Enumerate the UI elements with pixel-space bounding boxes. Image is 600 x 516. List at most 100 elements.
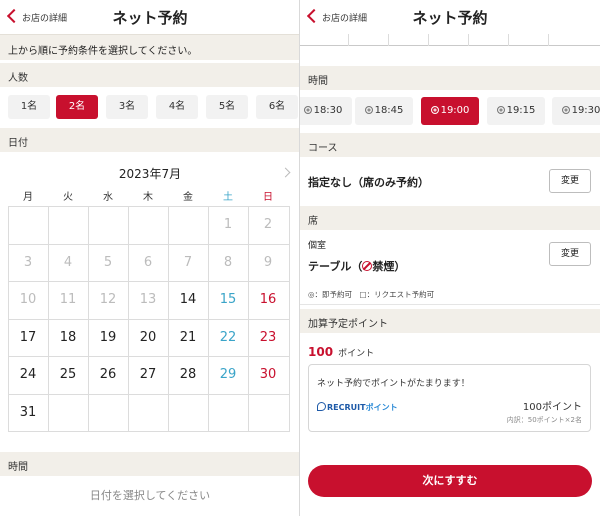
calendar-grid-line xyxy=(8,431,290,432)
time-option-label: 19:30 xyxy=(571,105,600,116)
seat-heading: 席 xyxy=(308,216,318,227)
calendar-grid-line xyxy=(168,206,169,431)
calendar-day[interactable]: 31 xyxy=(8,405,48,420)
calendar-day[interactable]: 14 xyxy=(168,292,208,307)
calendar-grid-line xyxy=(388,34,389,46)
calendar-day: 1 xyxy=(223,217,233,232)
calendar-month-label: 2023年7月 xyxy=(118,167,182,181)
calendar-day[interactable]: 24 xyxy=(8,367,48,382)
time-option-label: 19:00 xyxy=(440,105,470,116)
weekday-label: 月 xyxy=(23,192,33,203)
calendar-day[interactable]: 28 xyxy=(168,367,208,382)
calendar-bottom-edge xyxy=(300,34,600,46)
party-option-3[interactable]: 3名 xyxy=(106,95,148,119)
calendar-day[interactable]: 23 xyxy=(248,330,288,345)
party-option-1[interactable]: 1名 xyxy=(8,95,50,119)
calendar-day: 3 xyxy=(23,255,33,270)
party-heading: 人数 xyxy=(8,73,28,84)
calendar-day[interactable]: 16 xyxy=(248,292,288,307)
party-option-5[interactable]: 5名 xyxy=(206,95,248,119)
calendar-day: 4 xyxy=(63,255,73,270)
left-screen: お店の詳細 ネット予約 上から順に予約条件を選択してください。 人数 1名 2名… xyxy=(0,0,300,516)
party-option-6[interactable]: 6名 xyxy=(256,95,298,119)
points-unit: ポイント xyxy=(338,349,375,359)
calendar-day[interactable]: 15 xyxy=(208,292,248,307)
weekday-label: 水 xyxy=(103,192,113,203)
time-option-label: 18:30 xyxy=(313,105,343,116)
calendar-grid-line xyxy=(208,206,209,431)
calendar-grid-line xyxy=(468,34,469,46)
party-section-header: 人数 xyxy=(0,63,300,87)
calendar-day[interactable]: 29 xyxy=(208,367,248,382)
time-section-header: 時間 xyxy=(0,452,300,476)
points-card: ネット予約でポイントがたまります！ RECRUITポイント 100ポイント 内訳… xyxy=(308,364,591,432)
header: お店の詳細 ネット予約 xyxy=(300,0,600,34)
recruit-brand: RECRUIT xyxy=(327,403,366,412)
availability-legend: ◎：即予約可 □：リクエスト予約可 xyxy=(308,290,435,299)
time-option-label: 19:15 xyxy=(506,105,536,116)
time-option-1845[interactable]: 18:45 xyxy=(355,97,413,125)
calendar-day: 13 xyxy=(139,292,157,307)
page-title: ネット予約 xyxy=(412,9,488,27)
party-option-4[interactable]: 4名 xyxy=(156,95,198,119)
recruit-brand-suffix: ポイント xyxy=(365,403,398,412)
weekday-label: 日 xyxy=(263,192,273,203)
date-heading: 日付 xyxy=(8,138,28,149)
calendar-day[interactable]: 17 xyxy=(8,330,48,345)
seat-value-prefix: テーブル（ xyxy=(308,260,363,273)
double-circle-icon xyxy=(303,106,312,114)
double-circle-icon xyxy=(561,106,570,114)
date-section-header: 日付 xyxy=(0,128,300,152)
no-smoking-icon xyxy=(362,261,373,271)
points-amount: 100 xyxy=(308,345,334,359)
points-heading: 加算予定ポイント xyxy=(308,319,388,330)
calendar-grid-line xyxy=(248,206,249,431)
party-option-2[interactable]: 2名 xyxy=(56,95,98,119)
calendar-grid-line xyxy=(508,34,509,46)
time-option-1900[interactable]: 19:00 xyxy=(421,97,479,125)
calendar-day: 8 xyxy=(223,255,233,270)
instruction-bar: 上から順に予約条件を選択してください。 xyxy=(0,34,300,60)
weekday-label: 金 xyxy=(183,192,193,203)
party-size-selector: 1名 2名 3名 4名 5名 6名 xyxy=(0,90,300,126)
calendar-day[interactable]: 18 xyxy=(48,330,88,345)
calendar-day: 11 xyxy=(59,292,77,307)
time-option-1930[interactable]: 19:30 xyxy=(552,97,600,125)
seat-change-button[interactable]: 変更 xyxy=(549,242,591,266)
calendar-grid-line xyxy=(8,206,9,431)
calendar-day[interactable]: 22 xyxy=(208,330,248,345)
calendar-grid-line xyxy=(428,34,429,46)
time-heading: 時間 xyxy=(8,462,28,473)
course-section-header: コース xyxy=(300,133,600,157)
calendar-grid-line xyxy=(128,206,129,431)
calendar-day: 10 xyxy=(19,292,37,307)
points-card-amount: 100ポイント xyxy=(522,402,582,413)
instruction-text: 上から順に予約条件を選択してください。 xyxy=(8,46,198,57)
calendar-day[interactable]: 25 xyxy=(48,367,88,382)
time-option-1830[interactable]: 18:30 xyxy=(300,97,352,125)
calendar-day[interactable]: 21 xyxy=(168,330,208,345)
time-option-1915[interactable]: 19:15 xyxy=(487,97,545,125)
calendar-day[interactable]: 27 xyxy=(128,367,168,382)
calendar-day[interactable]: 26 xyxy=(88,367,128,382)
calendar-day: 7 xyxy=(183,255,193,270)
seat-value-suffix: 禁煙） xyxy=(372,260,406,273)
recruit-point-logo: RECRUITポイント xyxy=(317,402,398,413)
double-circle-icon xyxy=(364,106,373,114)
course-change-button[interactable]: 変更 xyxy=(549,169,591,193)
right-screen: お店の詳細 ネット予約 時間 18:30 18:45 19:00 19:15 1… xyxy=(300,0,600,516)
next-button[interactable]: 次にすすむ xyxy=(308,465,592,497)
header: お店の詳細 ネット予約 xyxy=(0,0,300,34)
points-section-header: 加算予定ポイント xyxy=(300,309,600,333)
seat-value: テーブル（ 禁煙） xyxy=(308,258,405,274)
calendar-day[interactable]: 19 xyxy=(88,330,128,345)
calendar-grid-line xyxy=(48,206,49,431)
double-circle-icon xyxy=(430,106,439,114)
course-heading: コース xyxy=(308,143,338,154)
calendar-day[interactable]: 30 xyxy=(248,367,288,382)
page-title: ネット予約 xyxy=(112,9,188,27)
calendar-day[interactable]: 20 xyxy=(128,330,168,345)
points-total: 100 ポイント xyxy=(308,341,374,360)
recruit-logo-icon xyxy=(317,402,326,411)
course-value: 指定なし（席のみ予約） xyxy=(308,176,429,189)
